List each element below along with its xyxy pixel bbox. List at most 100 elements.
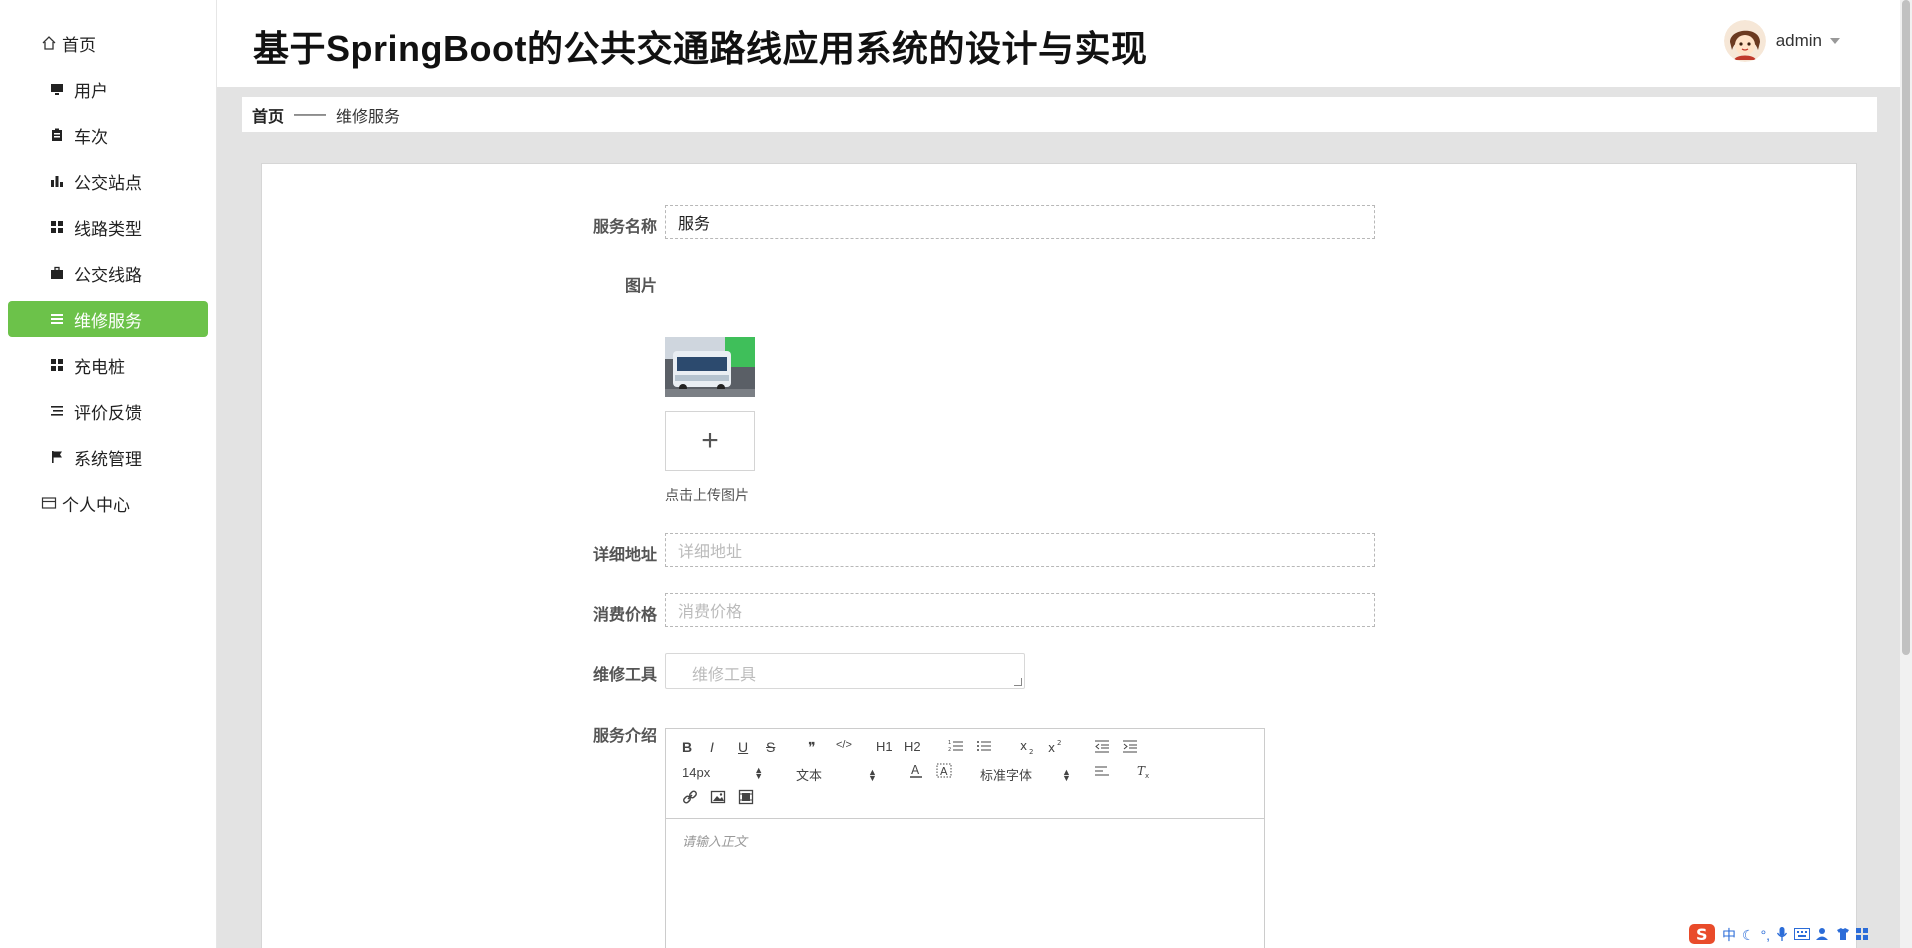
bar-chart-icon xyxy=(48,172,66,190)
sidebar-item-users[interactable]: 用户 xyxy=(8,71,208,107)
app-title: 基于SpringBoot的公共交通路线应用系统的设计与实现 xyxy=(253,28,1148,69)
main-area: 首页 —— 维修服务 服务名称 服务 图片 + 点击上传图片 详细地址 详细地址… xyxy=(217,87,1907,948)
svg-text:x: x xyxy=(1048,741,1055,755)
service-name-label: 服务名称 xyxy=(592,219,657,236)
svg-text:x: x xyxy=(1020,739,1027,753)
clear-format-icon[interactable]: Tx xyxy=(1136,763,1152,779)
sidebar-item-label: 评价反馈 xyxy=(74,403,142,423)
sidebar-item-label: 公交站点 xyxy=(74,173,142,193)
svg-text:S: S xyxy=(1696,925,1708,944)
clipboard-icon xyxy=(48,126,66,144)
username: admin xyxy=(1775,31,1822,50)
select-arrows-icon: ▲ ▼ xyxy=(868,766,877,783)
ime-lang-toggle[interactable]: 中 xyxy=(1722,925,1736,945)
intro-label: 服务介绍 xyxy=(592,728,657,745)
sidebar-item-trips[interactable]: 车次 xyxy=(8,117,208,153)
microphone-icon[interactable] xyxy=(1776,926,1788,945)
sidebar-item-bus-routes[interactable]: 公交线路 xyxy=(8,255,208,291)
ordered-list-icon[interactable]: 12 xyxy=(948,739,964,753)
sidebar-item-home[interactable]: 首页 xyxy=(8,25,208,61)
chevron-down-icon xyxy=(1830,38,1840,44)
breadcrumb-home[interactable]: 首页 xyxy=(252,103,284,127)
sidebar-item-label: 充电桩 xyxy=(74,357,125,377)
resize-handle-icon[interactable] xyxy=(1014,678,1022,686)
uploaded-image-thumbnail[interactable] xyxy=(665,337,755,397)
sidebar-item-label: 用户 xyxy=(74,81,108,101)
sogou-logo-icon: S xyxy=(1688,922,1716,948)
page-scrollbar[interactable] xyxy=(1900,0,1912,948)
font-family-value: 标准字体 xyxy=(980,768,1033,783)
svg-text:2: 2 xyxy=(1057,739,1061,747)
moon-icon[interactable]: ☾ xyxy=(1742,927,1755,944)
editor-toolbar: B I U S ❞ </> H1 H2 12 x2 x2 14px ▲ ▼ 文本… xyxy=(666,729,1264,819)
sidebar-item-label: 线路类型 xyxy=(74,219,142,239)
font-size-select[interactable]: 14px ▲ ▼ xyxy=(682,765,763,780)
keyboard-icon[interactable] xyxy=(1794,927,1811,943)
form-card: 服务名称 服务 图片 + 点击上传图片 详细地址 详细地址 消费价格 消费价格 xyxy=(261,163,1857,948)
grid-icon[interactable] xyxy=(1856,927,1869,943)
subscript-icon[interactable]: x2 xyxy=(1020,739,1038,755)
breadcrumb-current: 维修服务 xyxy=(336,108,401,126)
link-icon[interactable] xyxy=(682,789,698,805)
underline-button[interactable]: U xyxy=(738,739,748,755)
bullet-list-icon[interactable] xyxy=(976,739,992,753)
upload-tip: 点击上传图片 xyxy=(665,487,749,503)
sidebar-item-profile[interactable]: 个人中心 xyxy=(8,485,208,521)
sidebar-item-system[interactable]: 系统管理 xyxy=(8,439,208,475)
tools-textarea[interactable]: 维修工具 xyxy=(665,653,1025,689)
sidebar-item-label: 系统管理 xyxy=(74,449,142,469)
price-label: 消费价格 xyxy=(592,607,657,624)
ime-toolbar[interactable]: S 中 ☾ °, xyxy=(1688,922,1869,948)
address-input[interactable]: 详细地址 xyxy=(665,533,1375,567)
rich-text-editor: B I U S ❞ </> H1 H2 12 x2 x2 14px ▲ ▼ 文本… xyxy=(665,728,1265,948)
home-icon xyxy=(40,34,58,52)
user-icon[interactable] xyxy=(1816,927,1830,944)
h2-button[interactable]: H2 xyxy=(904,739,921,754)
code-button[interactable]: </> xyxy=(836,739,852,751)
grid-icon xyxy=(48,356,66,374)
indent-icon[interactable] xyxy=(1122,739,1138,753)
punctuation-icon[interactable]: °, xyxy=(1761,927,1771,943)
video-insert-icon[interactable] xyxy=(738,789,754,805)
sidebar-item-route-types[interactable]: 线路类型 xyxy=(8,209,208,245)
header-select[interactable]: 文本 ▲ ▼ xyxy=(796,765,877,784)
strike-button[interactable]: S xyxy=(766,739,775,755)
sidebar-item-repair-service[interactable]: 维修服务 xyxy=(8,301,208,337)
breadcrumb-separator: —— xyxy=(294,105,327,123)
user-menu[interactable]: admin xyxy=(1723,20,1840,62)
price-input[interactable]: 消费价格 xyxy=(665,593,1375,627)
sidebar-item-charging[interactable]: 充电桩 xyxy=(8,347,208,383)
header: 基于SpringBoot的公共交通路线应用系统的设计与实现 admin xyxy=(217,0,1912,87)
font-family-select[interactable]: 标准字体 ▲ ▼ xyxy=(980,765,1071,784)
font-size-value: 14px xyxy=(682,765,711,780)
service-name-input[interactable]: 服务 xyxy=(665,205,1375,239)
sidebar-item-label: 个人中心 xyxy=(62,495,130,515)
card-icon xyxy=(40,494,58,512)
breadcrumb: 首页 —— 维修服务 xyxy=(242,97,1877,132)
outdent-icon[interactable] xyxy=(1094,739,1110,753)
svg-text:A: A xyxy=(940,765,948,778)
superscript-icon[interactable]: x2 xyxy=(1048,739,1066,755)
h1-button[interactable]: H1 xyxy=(876,739,893,754)
flag-icon xyxy=(48,448,66,466)
sidebar-item-stations[interactable]: 公交站点 xyxy=(8,163,208,199)
sidebar-item-feedback[interactable]: 评价反馈 xyxy=(8,393,208,429)
tools-label: 维修工具 xyxy=(592,667,657,684)
font-color-icon[interactable]: A xyxy=(908,763,924,779)
shirt-icon[interactable] xyxy=(1836,927,1850,944)
blockquote-button[interactable]: ❞ xyxy=(808,739,816,756)
editor-placeholder[interactable]: 请输入正文 xyxy=(682,831,747,850)
svg-text:A: A xyxy=(911,763,920,777)
align-icon[interactable] xyxy=(1094,765,1110,779)
scrollbar-thumb[interactable] xyxy=(1902,0,1910,655)
background-color-icon[interactable]: A xyxy=(936,763,952,779)
svg-text:1: 1 xyxy=(948,740,951,746)
svg-text:2: 2 xyxy=(1029,748,1033,755)
image-upload-button[interactable]: + xyxy=(665,411,755,471)
image-insert-icon[interactable] xyxy=(710,789,726,805)
image-label: 图片 xyxy=(624,278,657,295)
italic-button[interactable]: I xyxy=(710,739,714,755)
bold-button[interactable]: B xyxy=(682,739,692,755)
sidebar-item-label: 公交线路 xyxy=(74,265,142,285)
avatar xyxy=(1723,20,1766,62)
